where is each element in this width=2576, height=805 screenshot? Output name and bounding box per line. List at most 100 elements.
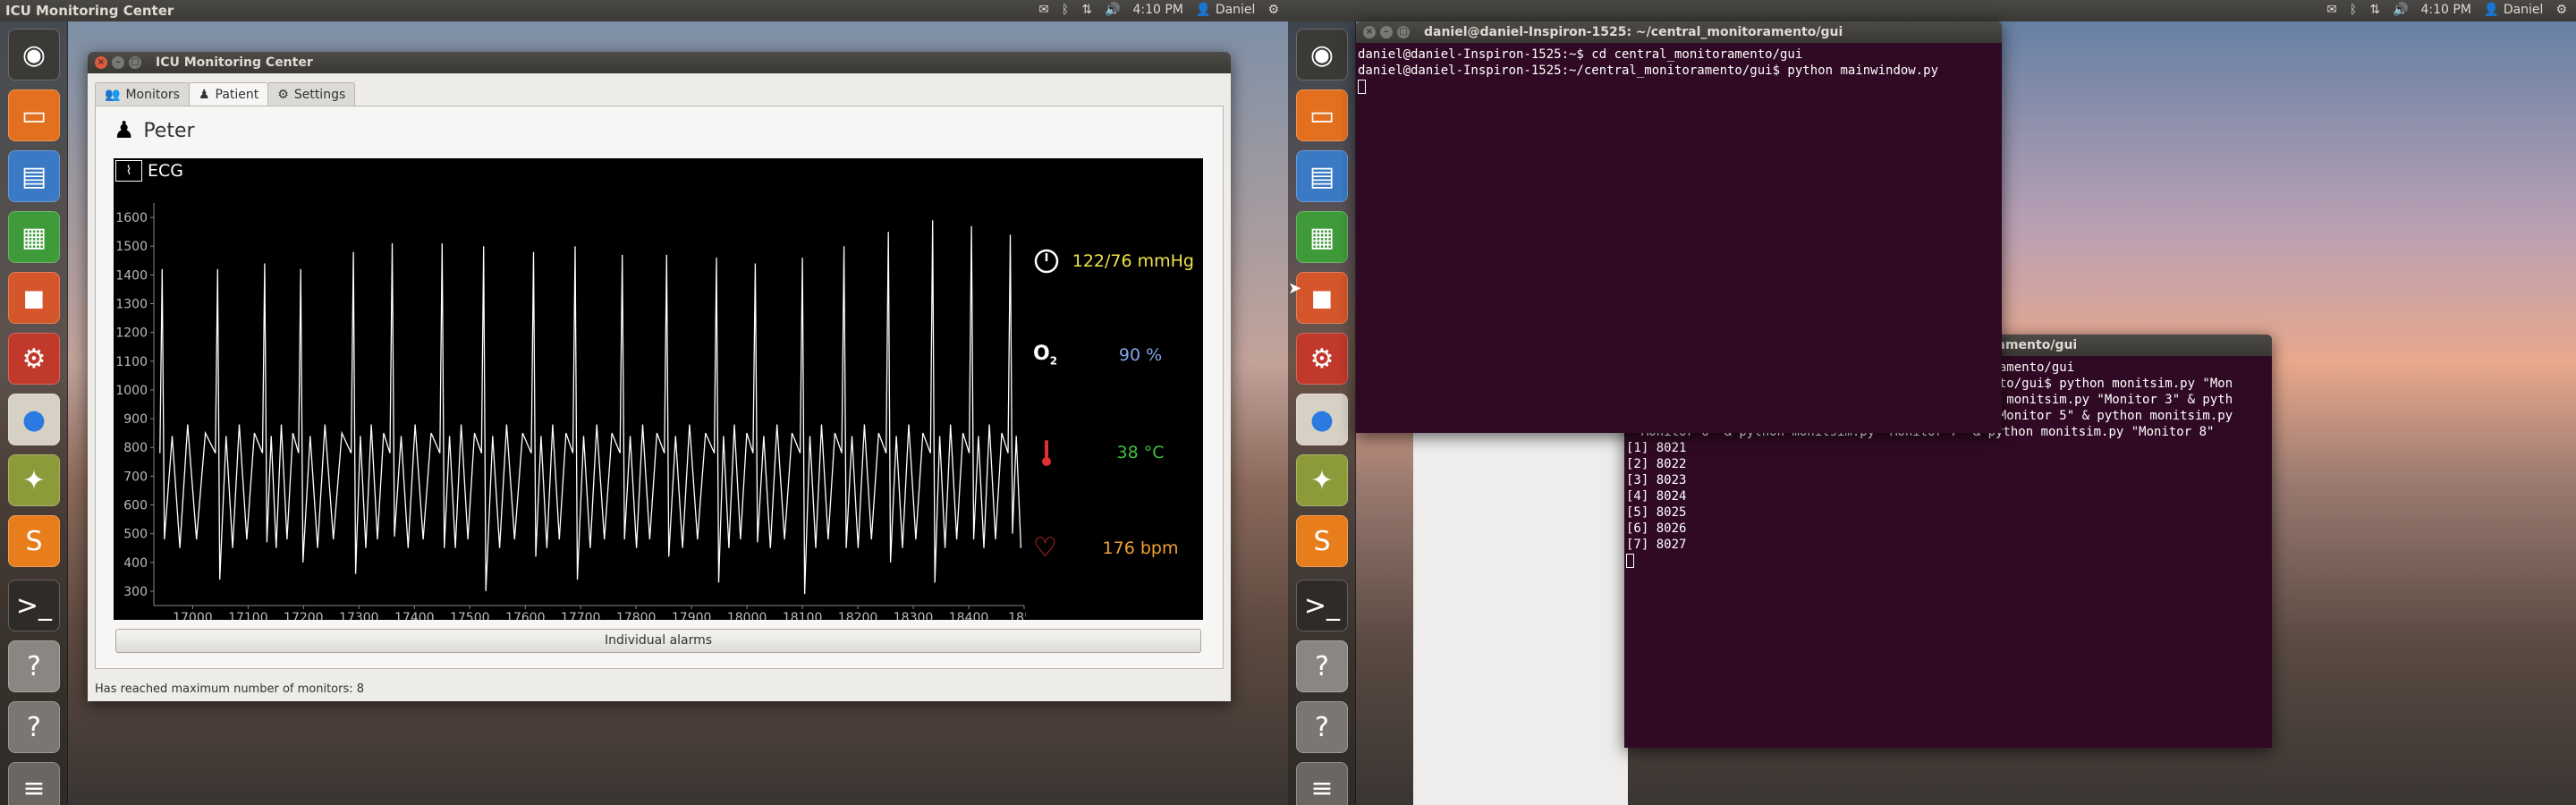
x-tick-label: 17200 — [284, 611, 324, 620]
game-icon[interactable]: ✦ — [1296, 454, 1348, 506]
dash-home-icon[interactable]: ◉ — [1296, 29, 1348, 80]
blood-pressure-value: 122/76 mmHg — [1072, 251, 1194, 271]
terminal-line: [6] 8026 — [1626, 521, 1687, 536]
mail-icon[interactable]: ✉ — [1038, 3, 1049, 17]
tab-bar: 👥 Monitors ♟ Patient ⚙ Settings — [95, 82, 356, 106]
y-tick-label: 800 — [123, 441, 148, 455]
volume-icon[interactable]: 🔊 — [1105, 3, 1120, 17]
files-icon[interactable]: ▭ — [8, 89, 60, 141]
temperature-value: 38 °C — [1116, 443, 1165, 462]
terminal-line: daniel@daniel-Inspiron-1525:~$ cd centra… — [1358, 47, 1803, 62]
chrome-icon[interactable]: ● — [8, 394, 60, 445]
calc-icon[interactable]: ▦ — [1296, 211, 1348, 263]
terminal-icon[interactable]: >_ — [1296, 580, 1348, 631]
terminal-line: [7] 8027 — [1626, 538, 1687, 552]
patient-header: ♟ Peter — [114, 117, 195, 144]
x-tick-label: 18400 — [949, 611, 989, 620]
writer-icon[interactable]: ▤ — [8, 150, 60, 202]
bluetooth-icon[interactable]: ᛒ — [2350, 3, 2357, 17]
individual-alarms-button[interactable]: Individual alarms — [115, 629, 1201, 653]
network-icon[interactable]: ⇅ — [1081, 3, 1092, 17]
x-tick-label: 17500 — [450, 611, 490, 620]
close-icon[interactable]: × — [1363, 26, 1376, 38]
network-icon[interactable]: ⇅ — [2369, 3, 2380, 17]
x-tick-label: 18300 — [894, 611, 934, 620]
workspaces-icon[interactable]: ≡ — [1296, 762, 1348, 805]
terminal-top-content[interactable]: daniel@daniel-Inspiron-1525:~$ cd centra… — [1356, 43, 2002, 433]
volume-icon[interactable]: 🔊 — [2393, 3, 2408, 17]
top-panel: ICU Monitoring Center ✉ ᛒ ⇅ 🔊 4:10 PM 👤 … — [0, 0, 1288, 21]
clock-right[interactable]: 4:10 PM — [2421, 3, 2471, 17]
dash-home-icon[interactable]: ◉ — [8, 29, 60, 80]
gear-icon: ⚙ — [277, 87, 289, 102]
x-tick-label: 17800 — [616, 611, 657, 620]
maximize-icon[interactable]: □ — [129, 56, 141, 69]
mouse-pointer-icon: ➤ — [1288, 279, 1302, 298]
x-tick-label: 17900 — [672, 611, 712, 620]
window-titlebar[interactable]: × – □ ICU Monitoring Center — [88, 52, 1231, 73]
chrome-icon[interactable]: ● — [1296, 394, 1348, 445]
writer-icon[interactable]: ▤ — [1296, 150, 1348, 202]
launcher: ◉ ▭ ▤ ▦ ◼ ⚙ ● ✦ S >_ ? ? ≡ — [0, 21, 68, 805]
mail-icon[interactable]: ✉ — [2326, 3, 2337, 17]
minimize-icon[interactable]: – — [1380, 26, 1393, 38]
oxygen-icon: O2 — [1033, 343, 1058, 368]
y-tick-label: 1200 — [115, 326, 148, 341]
game-icon[interactable]: ✦ — [8, 454, 60, 506]
y-tick-label: 1300 — [115, 298, 148, 312]
close-icon[interactable]: × — [95, 56, 107, 69]
y-tick-label: 400 — [123, 556, 148, 571]
help-icon[interactable]: ? — [1296, 640, 1348, 692]
vital-blood-pressure: 122/76 mmHg — [1033, 248, 1194, 275]
software-center-icon[interactable]: ◼ — [8, 272, 60, 324]
software-center-icon[interactable]: ◼ — [1296, 272, 1348, 324]
sublime-text-icon[interactable]: S — [1296, 515, 1348, 567]
spo2-value: 90 % — [1118, 344, 1163, 365]
tab-settings[interactable]: ⚙ Settings — [267, 82, 356, 106]
monitor-window: × – □ ICU Monitoring Center 👥 Monitors ♟ P… — [88, 52, 1231, 701]
user-icon: 👤 — [1195, 3, 1212, 17]
patient-name: Peter — [143, 119, 195, 142]
tab-monitors[interactable]: 👥 Monitors — [95, 82, 190, 106]
maximize-icon[interactable]: □ — [1397, 26, 1410, 38]
system-settings-icon[interactable]: ⚙ — [1296, 333, 1348, 385]
patient-panel: ♟ Peter ⌇ ECG 300 400 500 600 700 800 900 1000 1… — [95, 106, 1224, 669]
workspaces-icon[interactable]: ≡ — [8, 762, 60, 805]
x-tick-label: 17100 — [228, 611, 268, 620]
y-tick-label: 1100 — [115, 355, 148, 369]
tab-patient[interactable]: ♟ Patient — [188, 82, 269, 106]
bluetooth-icon[interactable]: ᛒ — [1062, 3, 1069, 17]
help-icon-2[interactable]: ? — [1296, 701, 1348, 753]
gear-icon[interactable]: ⚙ — [1267, 3, 1279, 17]
person-icon: ♟ — [198, 88, 210, 102]
ecg-series-line — [159, 220, 1022, 595]
user-menu-right[interactable]: 👤 Daniel — [2484, 3, 2544, 17]
heart-icon: ♡ — [1033, 532, 1057, 564]
terminal-line: [1] 8021 — [1626, 441, 1687, 455]
user-icon: 👤 — [2483, 3, 2500, 17]
gear-icon[interactable]: ⚙ — [2555, 3, 2567, 17]
sublime-text-icon[interactable]: S — [8, 515, 60, 567]
terminal-line: [2] 8022 — [1626, 457, 1687, 471]
user-menu[interactable]: 👤 Daniel — [1196, 3, 1256, 17]
indicator-area-right: ✉ ᛒ ⇅ 🔊 4:10 PM 👤 Daniel ⚙ — [2326, 3, 2567, 17]
y-tick-label: 700 — [123, 470, 148, 484]
calc-icon[interactable]: ▦ — [8, 211, 60, 263]
help-icon[interactable]: ? — [8, 640, 60, 692]
right-screen: ✉ ᛒ ⇅ 🔊 4:10 PM 👤 Daniel ⚙ ◉ ▭ ▤ ▦ ◼ ⚙ ●… — [1288, 0, 2576, 805]
x-tick-label: 17000 — [173, 611, 213, 620]
system-settings-icon[interactable]: ⚙ — [8, 333, 60, 385]
minimize-icon[interactable]: – — [112, 56, 124, 69]
clock[interactable]: 4:10 PM — [1133, 3, 1183, 17]
terminal-cursor — [1358, 80, 1366, 94]
help-icon-2[interactable]: ? — [8, 701, 60, 753]
y-tick-label: 1400 — [115, 268, 148, 283]
x-tick-label: 17600 — [505, 611, 546, 620]
terminal-icon[interactable]: >_ — [8, 580, 60, 631]
files-icon[interactable]: ▭ — [1296, 89, 1348, 141]
ecg-axis — [153, 203, 1024, 606]
terminal-top-titlebar[interactable]: × – □ daniel@daniel-Inspiron-1525: ~/cen… — [1356, 21, 2002, 43]
group-icon: 👥 — [105, 87, 121, 102]
y-tick-label: 1000 — [115, 384, 148, 398]
y-tick-label: 300 — [123, 585, 148, 599]
